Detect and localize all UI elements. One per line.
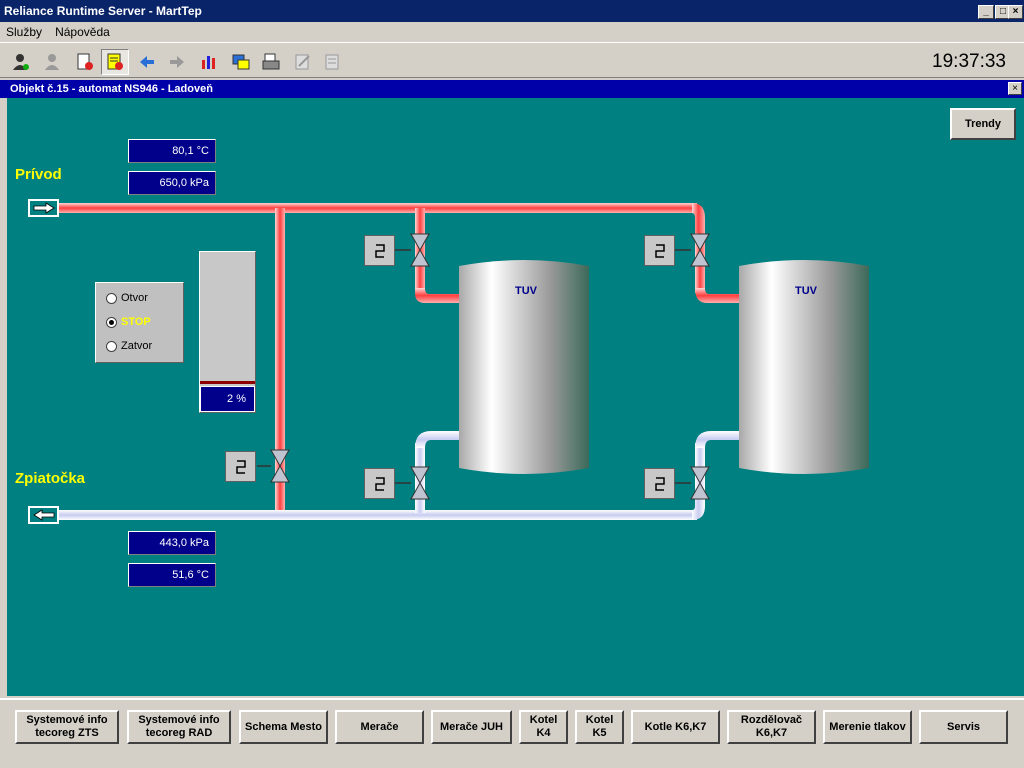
valve-position-fill	[200, 381, 255, 384]
supply-pressure-value: 650,0 kPa	[128, 171, 216, 195]
radio-stop-circle[interactable]	[106, 316, 117, 328]
radio-otvor-circle[interactable]	[106, 292, 117, 304]
nav-systemove-info-zts-button[interactable]: Systemové info tecoreg ZTS	[15, 710, 119, 744]
menu-bar: Služby Nápověda	[0, 22, 1024, 42]
nav-rozdelovac-button[interactable]: Rozdělovač K6,K7	[727, 710, 816, 744]
navigation-bar: Systemové info tecoreg ZTS Systemové info…	[0, 698, 1024, 768]
radio-zatvor[interactable]: Zatvor	[106, 334, 183, 358]
valve-tank1-supply	[410, 233, 430, 267]
valve-position-gauge: 2 %	[199, 251, 256, 413]
alarm-list-icon[interactable]	[101, 49, 129, 75]
nav-merace-button[interactable]: Merače	[335, 710, 424, 744]
edit-disabled-icon[interactable]	[290, 49, 316, 75]
supply-label: Prívod	[15, 166, 62, 183]
supply-arrow-icon	[28, 199, 59, 217]
minimize-button[interactable]: _	[978, 5, 994, 19]
return-temperature-value: 51,6 °C	[128, 563, 216, 587]
valve-control-panel: Otvor STOP Zatvor	[95, 282, 184, 363]
return-pressure-value: 443,0 kPa	[128, 531, 216, 555]
return-label: Zpiatočka	[15, 470, 86, 487]
trends-button[interactable]: Trendy	[950, 108, 1016, 140]
valve-position-value: 2 %	[200, 386, 255, 412]
radio-stop[interactable]: STOP	[106, 310, 183, 334]
trends-chart-icon[interactable]	[196, 49, 222, 75]
valve-tank1-return	[410, 466, 430, 500]
close-button[interactable]: ×	[1008, 5, 1023, 19]
forward-arrow-icon[interactable]	[164, 49, 190, 75]
scheme-canvas: 80,1 °C 650,0 kPa 443,0 kPa 51,6 °C Prív…	[7, 98, 1024, 696]
user-login-icon[interactable]	[8, 49, 34, 75]
actuator-tank1-return-icon[interactable]	[364, 468, 395, 499]
clock: 19:37:33	[932, 51, 1006, 72]
valve-bypass	[270, 449, 290, 483]
child-window-title: Objekt č.15 - automat NS946 - Ladoveň	[0, 80, 1024, 98]
window-title: Reliance Runtime Server - MartTep	[0, 0, 1024, 22]
actuator-tank2-return-icon[interactable]	[644, 468, 675, 499]
report-disabled-icon[interactable]	[320, 49, 346, 75]
nav-kotel-k4-button[interactable]: Kotel K4	[519, 710, 568, 744]
print-icon[interactable]	[258, 49, 284, 75]
tank-1-label: TUV	[515, 285, 537, 297]
valve-tank2-return	[690, 466, 710, 500]
back-arrow-icon[interactable]	[134, 49, 160, 75]
nav-kotle-k6-k7-button[interactable]: Kotle K6,K7	[631, 710, 720, 744]
stop-project-icon[interactable]	[72, 49, 98, 75]
tank-2-label: TUV	[795, 285, 817, 297]
return-arrow-icon	[28, 506, 59, 524]
nav-systemove-info-rad-button[interactable]: Systemové info tecoreg RAD	[127, 710, 231, 744]
nav-merace-juh-button[interactable]: Merače JUH	[431, 710, 512, 744]
menu-item-napoveda[interactable]: Nápověda	[49, 22, 114, 42]
nav-servis-button[interactable]: Servis	[919, 710, 1008, 744]
radio-zatvor-circle[interactable]	[106, 340, 117, 352]
actuator-bypass-icon[interactable]	[225, 451, 256, 482]
nav-merenie-tlakov-button[interactable]: Merenie tlakov	[823, 710, 912, 744]
nav-schema-mesto-button[interactable]: Schema Mesto	[239, 710, 328, 744]
toolbar: 19:37:33	[0, 42, 1024, 78]
radio-otvor[interactable]: Otvor	[106, 286, 183, 310]
nav-kotel-k5-button[interactable]: Kotel K5	[575, 710, 624, 744]
actuator-tank2-supply-icon[interactable]	[644, 235, 675, 266]
child-close-button[interactable]: ×	[1008, 82, 1022, 95]
actuator-tank1-supply-icon[interactable]	[364, 235, 395, 266]
windows-icon[interactable]	[228, 49, 254, 75]
user-logout-icon[interactable]	[40, 49, 66, 75]
menu-item-sluzby[interactable]: Služby	[0, 22, 46, 42]
valve-tank2-supply	[690, 233, 710, 267]
supply-temperature-value: 80,1 °C	[128, 139, 216, 163]
